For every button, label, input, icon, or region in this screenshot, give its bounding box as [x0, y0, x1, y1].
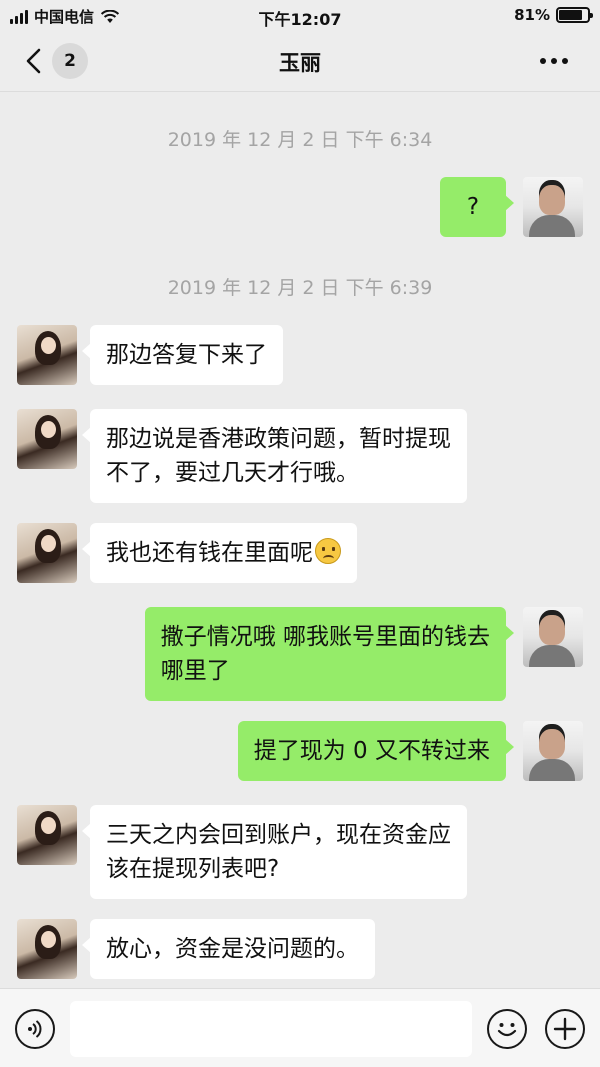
plus-more-icon[interactable] — [545, 1009, 585, 1049]
message-bubble-sent[interactable]: 提了现为 0 又不转过来 — [237, 721, 515, 781]
message-bubble-received[interactable]: 那边说是香港政策问题，暂时提现 不了，要过几天才行哦。 — [82, 409, 467, 503]
more-options-icon[interactable] — [540, 58, 568, 64]
message-bubble-received[interactable]: 三天之内会回到账户，现在资金应 该在提现列表吧? — [82, 805, 467, 899]
status-right: 81% — [514, 6, 593, 24]
my-avatar[interactable] — [523, 607, 583, 667]
message-text: 我也还有钱在里面呢 — [106, 540, 313, 566]
chat-title: 玉丽 — [279, 51, 321, 75]
battery-fill — [559, 10, 582, 20]
emoji-picker-icon[interactable] — [487, 1009, 527, 1049]
message-bubble-sent[interactable]: 撒子情况哦 哪我账号里面的钱去 哪里了 — [144, 607, 515, 701]
message-bubble-sent[interactable]: ? — [440, 177, 514, 237]
status-time: 下午12:07 — [258, 10, 342, 29]
contact-avatar[interactable] — [17, 325, 77, 385]
message-bubble-received[interactable]: 那边答复下来了 — [82, 325, 283, 385]
nav-bar: 2 玉丽 — [0, 30, 600, 92]
contact-avatar[interactable] — [17, 805, 77, 865]
message-bubble-received[interactable]: 我也还有钱在里面呢 — [82, 523, 357, 583]
voice-input-icon[interactable] — [15, 1009, 55, 1049]
my-avatar[interactable] — [523, 721, 583, 781]
battery-icon — [556, 7, 593, 23]
message-input[interactable] — [70, 1001, 472, 1057]
contact-avatar[interactable] — [17, 523, 77, 583]
battery-percent: 81% — [514, 6, 550, 24]
contact-avatar[interactable] — [17, 919, 77, 979]
message-timestamp: 2019 年 12 月 2 日 下午 6:39 — [167, 277, 433, 299]
frowning-face-emoji-icon — [315, 538, 341, 564]
input-bar — [0, 988, 600, 1067]
contact-avatar[interactable] — [17, 409, 77, 469]
message-bubble-received[interactable]: 放心，资金是没问题的。 — [82, 919, 375, 979]
status-bar: 中国电信 下午12:07 81% — [0, 0, 600, 30]
message-timestamp: 2019 年 12 月 2 日 下午 6:34 — [167, 129, 433, 151]
my-avatar[interactable] — [523, 177, 583, 237]
chat-message-list[interactable]: 2019 年 12 月 2 日 下午 6:34 ? 2019 年 12 月 2 … — [0, 93, 600, 988]
